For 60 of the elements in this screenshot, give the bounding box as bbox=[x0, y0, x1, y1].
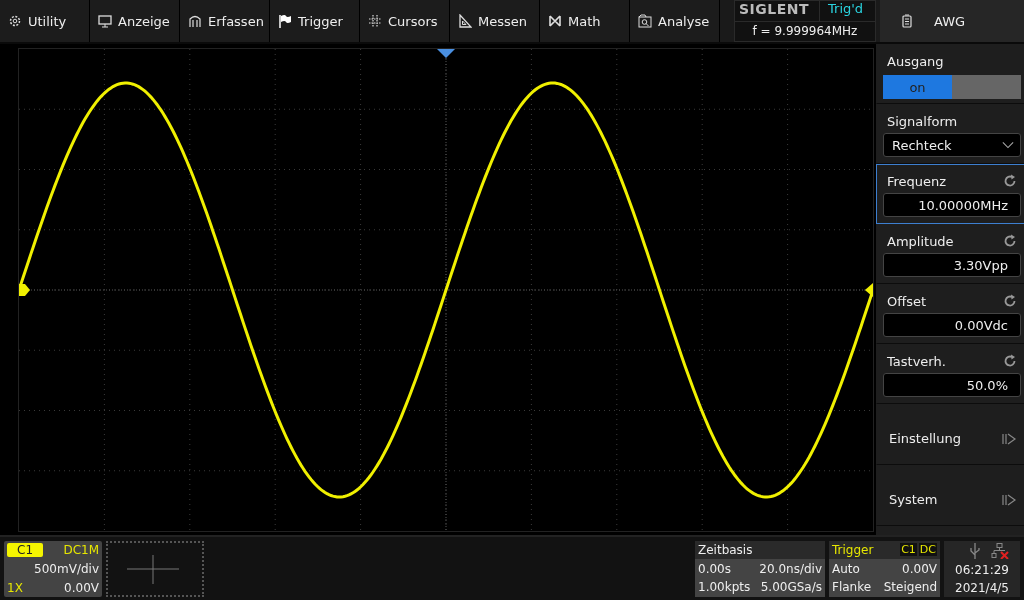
channel-offset-marker[interactable] bbox=[19, 284, 30, 296]
input-field[interactable]: 0.00Vdc bbox=[883, 313, 1021, 337]
trigger-slope: Steigend bbox=[883, 579, 937, 594]
clock-date: 2021/4/5 bbox=[955, 580, 1009, 595]
vertical-offset: 0.00V bbox=[64, 580, 99, 595]
submenu-button[interactable]: System bbox=[877, 466, 1024, 525]
trigger-info-card[interactable]: Trigger C1 DC Auto 0.00V Flanke Steigend bbox=[829, 540, 940, 597]
flag-icon bbox=[278, 14, 292, 28]
magnifier-icon bbox=[638, 14, 652, 28]
channel-label: C1 bbox=[7, 542, 43, 557]
sample-rate: 5.00GSa/s bbox=[760, 579, 822, 594]
trigger-title: Trigger bbox=[832, 542, 874, 557]
reset-icon[interactable] bbox=[1003, 174, 1017, 188]
item-label: Amplitude bbox=[887, 233, 954, 249]
reset-icon[interactable] bbox=[1003, 354, 1017, 368]
trigger-coupling: DC bbox=[918, 543, 937, 556]
clock-time: 06:21:29 bbox=[955, 562, 1009, 577]
frequency-readout: f = 9.999964MHz bbox=[751, 23, 859, 38]
time-delay: 0.00s bbox=[698, 561, 731, 576]
arch-icon bbox=[188, 14, 202, 28]
memory-depth: 1.00kpts bbox=[698, 579, 751, 594]
item-label: Ausgang bbox=[887, 53, 944, 69]
item-label: Offset bbox=[887, 293, 927, 309]
timebase-title: Zeitbasis bbox=[698, 542, 753, 557]
usb-icon bbox=[969, 542, 981, 559]
trigger-level: 0.00V bbox=[902, 561, 937, 576]
item-label: Frequenz bbox=[887, 173, 947, 189]
submenu-button[interactable]: Einstellung bbox=[877, 405, 1024, 464]
chevron-icon bbox=[1001, 431, 1017, 446]
input-field[interactable]: 3.30Vpp bbox=[883, 253, 1021, 277]
item-label: Tastverh. bbox=[887, 353, 946, 369]
reset-icon[interactable] bbox=[1003, 234, 1017, 248]
brand-logo: SIGLENT bbox=[735, 1, 820, 21]
timebase-info-card[interactable]: Zeitbasis 0.00s 20.0ns/div 1.00kpts 5.00GSa/s bbox=[695, 540, 825, 597]
input-field[interactable]: 10.00000MHz bbox=[883, 193, 1021, 217]
gear-icon bbox=[8, 14, 22, 28]
input-field[interactable]: 50.0% bbox=[883, 373, 1021, 397]
panel-title: AWG bbox=[934, 13, 966, 29]
trigger-level-marker[interactable] bbox=[865, 283, 873, 297]
channel-info-card[interactable]: C1 DC1M 500mV/div 1X 0.00V bbox=[4, 540, 102, 597]
add-channel-button[interactable] bbox=[106, 540, 204, 597]
trigger-mode: Auto bbox=[832, 561, 860, 576]
monitor-icon bbox=[98, 14, 112, 28]
clipboard-icon bbox=[900, 14, 914, 28]
trigger-source: C1 bbox=[900, 543, 917, 556]
grid-icon bbox=[368, 14, 382, 28]
trigger-position-marker[interactable] bbox=[437, 49, 455, 58]
math-icon bbox=[548, 14, 562, 28]
vertical-scale: 500mV/div bbox=[34, 561, 99, 576]
probe-factor: 1X bbox=[7, 580, 23, 595]
chevron-down-icon bbox=[1002, 141, 1014, 149]
item-label: Signalform bbox=[887, 113, 958, 129]
reset-icon[interactable] bbox=[1003, 294, 1017, 308]
network-disconnected-icon bbox=[991, 542, 1009, 559]
time-scale: 20.0ns/div bbox=[759, 561, 822, 576]
chevron-icon bbox=[1001, 492, 1017, 507]
dropdown[interactable]: Rechteck bbox=[883, 133, 1021, 157]
trigger-type: Flanke bbox=[832, 579, 872, 594]
trigger-status: Trig'd bbox=[827, 1, 864, 18]
coupling-label: DC1M bbox=[63, 542, 99, 557]
